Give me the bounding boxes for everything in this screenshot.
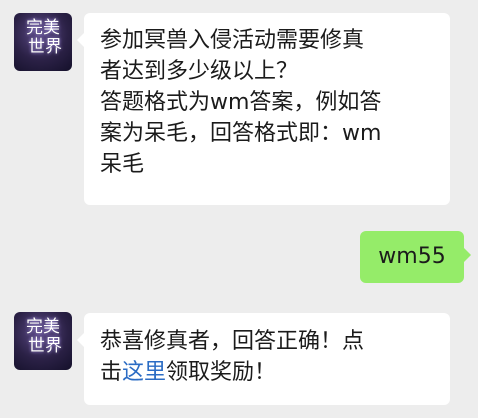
bot-avatar[interactable]: 完美 世界 — [14, 312, 72, 370]
avatar-logo-text: 完美 世界 — [14, 19, 72, 57]
avatar-logo-text: 完美 世界 — [14, 318, 72, 356]
answer-line-2: 击这里领取奖励！ — [100, 357, 436, 388]
avatar-logo-line1: 完美 — [26, 18, 60, 38]
answer-line: 恭喜修真者，回答正确！点 — [100, 329, 365, 354]
avatar-logo-line1: 完美 — [26, 317, 60, 337]
answer-bubble[interactable]: 恭喜修真者，回答正确！点 击这里领取奖励！ — [77, 313, 450, 405]
avatar-logo-line2: 世界 — [28, 336, 62, 356]
bot-avatar[interactable]: 完美 世界 — [14, 13, 72, 71]
question-line: 呆毛 — [100, 152, 145, 177]
avatar-logo-line2: 世界 — [28, 37, 62, 57]
question-line: 者达到多少级以上？ — [100, 59, 299, 84]
user-reply-bubble[interactable]: wm55 — [360, 231, 471, 283]
user-reply-text: wm55 — [378, 244, 446, 269]
claim-reward-link[interactable]: 这里 — [122, 360, 166, 385]
question-line: 参加冥兽入侵活动需要修真 — [100, 28, 365, 53]
question-bubble[interactable]: 参加冥兽入侵活动需要修真 者达到多少级以上？ 答题格式为wm答案，例如答 案为呆… — [77, 13, 450, 205]
answer-text-prefix: 击 — [100, 360, 123, 385]
answer-text-suffix: 领取奖励！ — [166, 360, 277, 385]
question-line: 答题格式为wm答案，例如答 — [100, 90, 382, 115]
question-line: 案为呆毛，回答格式即：wm — [100, 121, 382, 146]
